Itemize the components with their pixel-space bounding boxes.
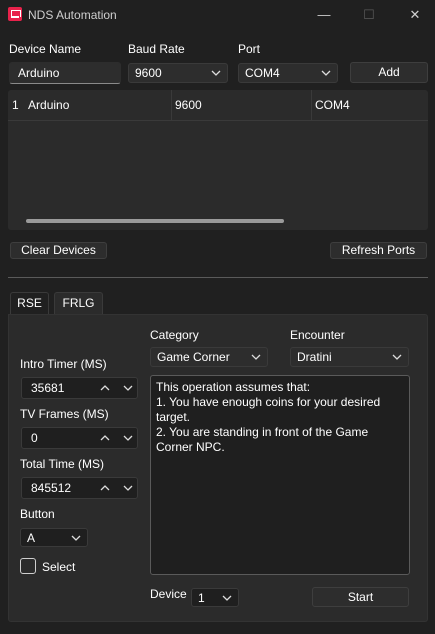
device-value: 1: [198, 591, 205, 605]
port-label: Port: [238, 42, 261, 56]
button-value: A: [27, 531, 36, 545]
baud-rate-value: 9600: [135, 66, 162, 80]
clear-devices-button[interactable]: Clear Devices: [10, 242, 107, 259]
tv-frames-input[interactable]: 0: [21, 427, 138, 449]
device-name-label: Device Name: [9, 42, 82, 56]
button-select[interactable]: A: [20, 528, 88, 547]
row-name: Arduino: [28, 98, 70, 112]
encounter-select[interactable]: Dratini: [290, 347, 409, 367]
window-title: NDS Automation: [28, 8, 117, 22]
devices-table: 1 Arduino 9600 COM4: [8, 90, 428, 230]
add-button[interactable]: Add: [350, 62, 428, 83]
start-button[interactable]: Start: [312, 587, 409, 607]
chevron-down-icon: [211, 70, 221, 76]
button-label: Button: [20, 507, 55, 521]
category-label: Category: [150, 328, 199, 342]
baud-rate-select[interactable]: 9600: [128, 63, 228, 83]
chevron-down-icon: [321, 70, 331, 76]
category-select[interactable]: Game Corner: [150, 347, 268, 367]
device-select[interactable]: 1: [191, 588, 239, 607]
horizontal-scrollbar[interactable]: [26, 219, 284, 223]
chevron-up-icon[interactable]: [100, 433, 110, 443]
baud-rate-label: Baud Rate: [128, 42, 185, 56]
device-name-cell: 1 Arduino: [8, 90, 172, 121]
app-icon: [8, 7, 22, 21]
intro-timer-label: Intro Timer (MS): [20, 357, 107, 371]
chevron-down-icon: [71, 535, 81, 541]
chevron-down-icon: [392, 354, 402, 360]
minimize-button[interactable]: —: [312, 4, 336, 26]
total-time-value: 845512: [31, 481, 72, 495]
tab-rse[interactable]: RSE: [10, 292, 49, 314]
device-name-input[interactable]: Arduino: [9, 62, 121, 84]
tab-frlg[interactable]: FRLG: [54, 292, 103, 314]
category-value: Game Corner: [157, 350, 230, 364]
encounter-value: Dratini: [297, 350, 332, 364]
close-button[interactable]: ✕: [403, 4, 427, 26]
select-label: Select: [42, 560, 76, 574]
total-time-input[interactable]: 845512: [21, 477, 138, 499]
encounter-label: Encounter: [290, 328, 345, 342]
row-index: 1: [12, 98, 19, 112]
port-value: COM4: [245, 66, 280, 80]
divider: [8, 277, 428, 278]
intro-timer-input[interactable]: 35681: [21, 377, 138, 399]
port-select[interactable]: COM4: [238, 63, 338, 83]
chevron-down-icon[interactable]: [123, 483, 133, 493]
tv-frames-value: 0: [31, 431, 38, 445]
description-textarea[interactable]: This operation assumes that: 1. You have…: [150, 375, 410, 575]
chevron-down-icon: [251, 354, 261, 360]
select-checkbox[interactable]: [20, 558, 36, 574]
baud-cell: 9600: [172, 90, 312, 121]
tv-frames-label: TV Frames (MS): [20, 407, 109, 421]
intro-timer-value: 35681: [31, 381, 65, 395]
total-time-label: Total Time (MS): [20, 457, 105, 471]
port-cell: COM4: [315, 98, 350, 112]
refresh-ports-button[interactable]: Refresh Ports: [330, 242, 427, 259]
chevron-down-icon: [222, 595, 232, 601]
chevron-down-icon[interactable]: [123, 383, 133, 393]
table-row[interactable]: 1 Arduino 9600 COM4: [8, 90, 428, 121]
maximize-button[interactable]: ☐: [357, 4, 381, 26]
title-bar: NDS Automation — ☐ ✕: [0, 0, 435, 30]
chevron-up-icon[interactable]: [100, 483, 110, 493]
device-label: Device: [150, 587, 187, 601]
chevron-up-icon[interactable]: [100, 383, 110, 393]
chevron-down-icon[interactable]: [123, 433, 133, 443]
